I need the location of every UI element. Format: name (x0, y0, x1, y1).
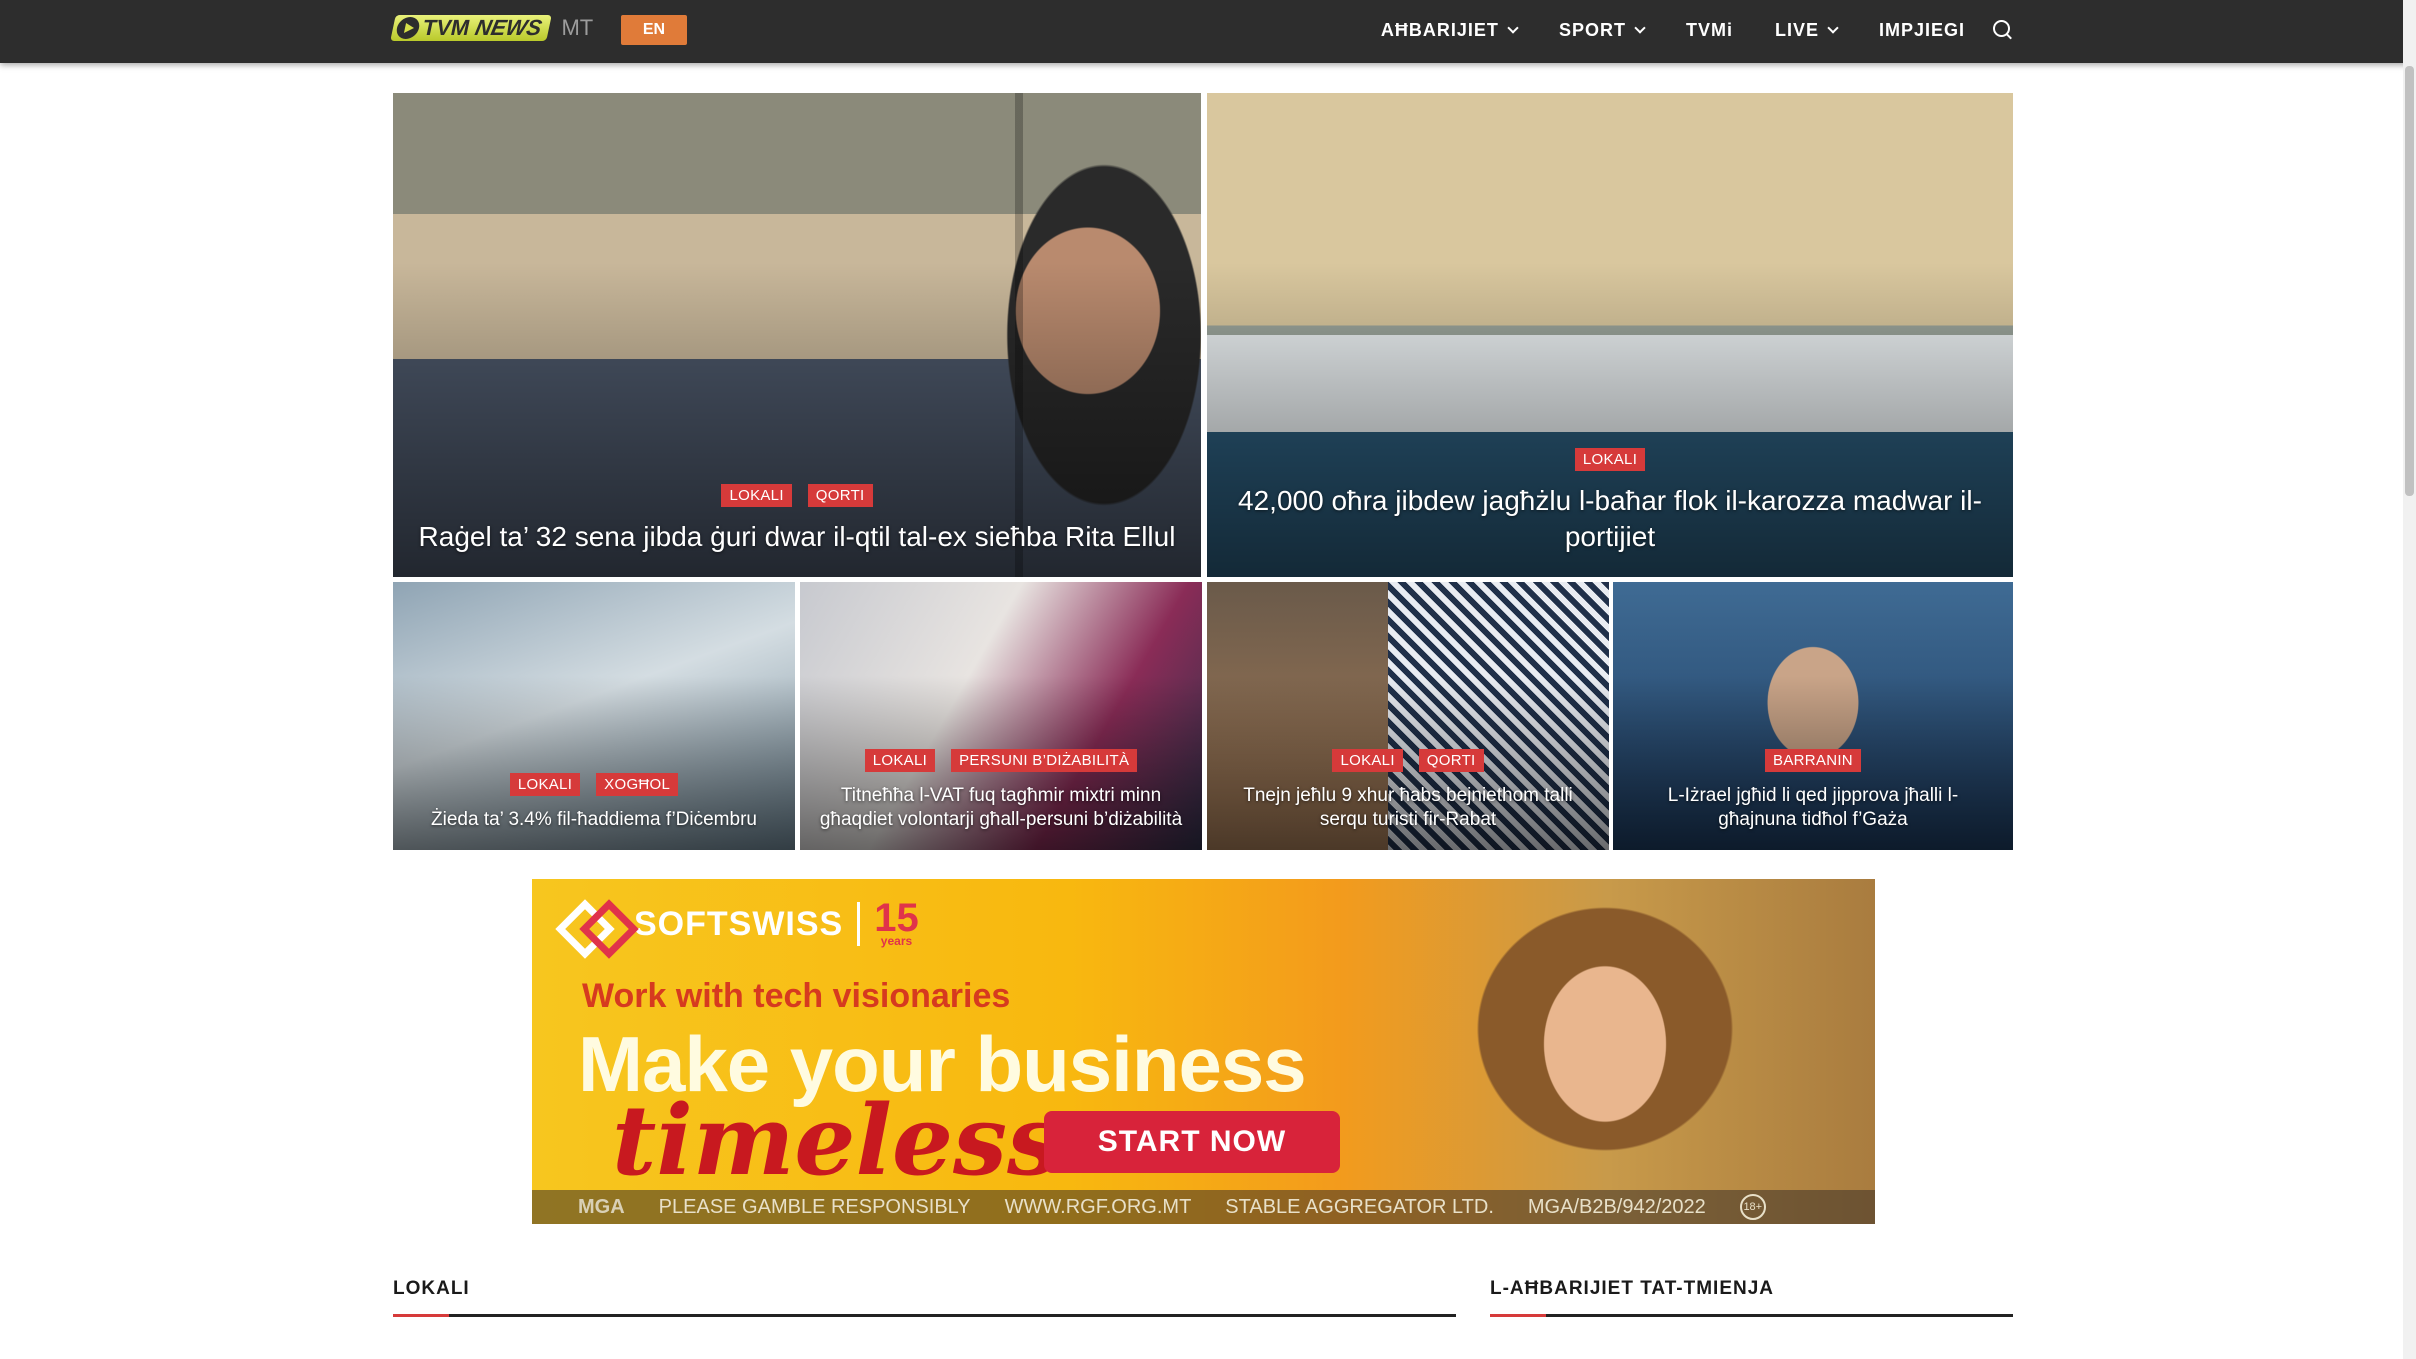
ad-portrait-image (1395, 879, 1815, 1179)
article-card[interactable]: BARRANIN L-Iżrael jgħid li qed jipprova … (1613, 582, 2013, 850)
section-header-tmienja: L-AĦBARIJIET TAT-TMIENJA (1490, 1278, 2013, 1317)
top-navbar: TVM NEWS MT EN AĦBARIJIET SPORT TVMi LIV… (0, 0, 2416, 63)
logo-suffix: MT (561, 15, 594, 40)
section-accent-bar (1490, 1314, 1546, 1317)
ad-footer-item: STABLE AGGREGATOR LTD. (1225, 1195, 1494, 1218)
category-tag[interactable]: LOKALI (864, 749, 936, 772)
article-title[interactable]: Tnejn jeħlu 9 xhur ħabs bejniethom talli… (1225, 784, 1591, 832)
age-restriction-badge: 18+ (1739, 1194, 1766, 1220)
search-icon[interactable] (1993, 20, 2013, 40)
nav-item-sport[interactable]: SPORT (1558, 19, 1646, 41)
featured-article-secondary[interactable]: LOKALI 42,000 oħra jibdew jagħżlu l-baħa… (1207, 93, 2013, 577)
ad-footer-item: PLEASE GAMBLE RESPONSIBLY (658, 1195, 971, 1218)
category-tag[interactable]: QORTI (807, 484, 873, 507)
page-scrollbar[interactable] (2403, 0, 2416, 1359)
article-title[interactable]: Żieda ta’ 3.4% fil-ħaddiema f’Diċembru (411, 808, 777, 832)
category-tag[interactable]: XOGĦOL (596, 773, 679, 796)
chevron-down-icon (1507, 21, 1519, 34)
article-info: LOKALI PERSUNI B’DIŻABILITÀ Titneħħa l-V… (800, 749, 1202, 850)
article-title[interactable]: 42,000 oħra jibdew jagħżlu l-baħar flok … (1231, 483, 1989, 555)
category-tag[interactable]: QORTI (1418, 749, 1484, 772)
site-logo[interactable]: TVM NEWS MT (390, 14, 594, 42)
article-card[interactable]: LOKALI QORTI Tnejn jeħlu 9 xhur ħabs bej… (1207, 582, 1609, 850)
ad-disclaimer-bar: MGA PLEASE GAMBLE RESPONSIBLY WWW.RGF.OR… (532, 1190, 1875, 1224)
featured-article-main[interactable]: LOKALI QORTI Raġel ta’ 32 sena jibda ġur… (393, 93, 1201, 577)
article-title[interactable]: Raġel ta’ 32 sena jibda ġuri dwar il-qti… (417, 519, 1177, 555)
section-title[interactable]: L-AĦBARIJIET TAT-TMIENJA (1490, 1278, 2013, 1300)
article-title[interactable]: L-Iżrael jgħid li qed jipprova jħalli l-… (1631, 784, 1995, 832)
chevron-down-icon (1827, 21, 1839, 34)
ad-brand-name: SOFTSWISS (634, 904, 844, 943)
tag-list: LOKALI (1231, 448, 1989, 471)
main-nav: AĦBARIJIET SPORT TVMi LIVE IMPJIEGI (1381, 0, 2013, 60)
article-info: LOKALI XOGĦOL Żieda ta’ 3.4% fil-ħaddiem… (393, 773, 795, 850)
ad-footer-item: WWW.RGF.ORG.MT (1004, 1195, 1192, 1218)
softswiss-logo-icon (560, 902, 620, 946)
category-tag[interactable]: BARRANIN (1765, 749, 1861, 772)
article-title[interactable]: Titneħħa l-VAT fuq tagħmir mixtri minn g… (818, 784, 1184, 832)
play-icon (394, 17, 422, 39)
tag-list: LOKALI QORTI (1225, 749, 1591, 772)
ad-footer-item: MGA (578, 1195, 625, 1218)
scrollbar-thumb[interactable] (2405, 66, 2414, 496)
logo-news-text: NEWS (472, 15, 545, 40)
article-info: BARRANIN L-Iżrael jgħid li qed jipprova … (1613, 749, 2013, 850)
category-tag[interactable]: LOKALI (1332, 749, 1403, 772)
category-tag[interactable]: LOKALI (1574, 448, 1646, 471)
article-card[interactable]: LOKALI PERSUNI B’DIŻABILITÀ Titneħħa l-V… (800, 582, 1202, 850)
nav-label: SPORT (1558, 19, 1626, 40)
nav-label: TVMi (1685, 19, 1733, 40)
category-tag[interactable]: LOKALI (509, 773, 581, 796)
nav-item-ahbarijiet[interactable]: AĦBARIJIET (1380, 19, 1519, 41)
section-header-lokali: LOKALI (393, 1278, 1456, 1317)
tag-list: LOKALI PERSUNI B’DIŻABILITÀ (818, 749, 1184, 772)
category-tag[interactable]: PERSUNI B’DIŻABILITÀ (951, 749, 1138, 772)
section-title[interactable]: LOKALI (393, 1278, 1456, 1300)
nav-item-impjiegi[interactable]: IMPJIEGI (1879, 20, 1965, 41)
tag-list: LOKALI XOGĦOL (411, 773, 777, 796)
tag-list: LOKALI QORTI (417, 484, 1177, 507)
section-underline (1490, 1314, 2013, 1317)
section-accent-bar (393, 1314, 449, 1317)
ad-banner[interactable]: SOFTSWISS 15 years Work with tech vision… (532, 879, 1875, 1224)
ad-brand-logo: SOFTSWISS 15 years (560, 898, 919, 948)
chevron-down-icon (1634, 21, 1646, 34)
tag-list: BARRANIN (1631, 749, 1995, 772)
article-info: LOKALI QORTI Tnejn jeħlu 9 xhur ħabs bej… (1207, 749, 1609, 850)
nav-label: IMPJIEGI (1878, 19, 1965, 40)
nav-item-live[interactable]: LIVE (1774, 19, 1839, 41)
divider (857, 902, 861, 946)
category-tag[interactable]: LOKALI (721, 484, 792, 507)
article-card[interactable]: LOKALI XOGĦOL Żieda ta’ 3.4% fil-ħaddiem… (393, 582, 795, 850)
language-button[interactable]: EN (621, 15, 687, 45)
ad-footer-item: MGA/B2B/942/2022 (1527, 1195, 1706, 1218)
ad-script-text: timeless (612, 1084, 1062, 1197)
ad-anniversary-badge: 15 years (874, 898, 919, 948)
ad-tagline: Work with tech visionaries (582, 977, 1011, 1015)
ad-years-word: years (880, 934, 913, 948)
ad-cta-button[interactable]: START NOW (1044, 1111, 1340, 1173)
logo-badge: TVM NEWS (390, 15, 553, 41)
nav-label: LIVE (1774, 19, 1819, 40)
nav-item-tvmi[interactable]: TVMi (1686, 20, 1733, 41)
article-info: LOKALI QORTI Raġel ta’ 32 sena jibda ġur… (393, 484, 1201, 577)
logo-tvm-text: TVM (420, 15, 473, 40)
nav-label: AĦBARIJIET (1380, 19, 1499, 40)
article-info: LOKALI 42,000 oħra jibdew jagħżlu l-baħa… (1207, 448, 2013, 577)
section-underline (393, 1314, 1456, 1317)
